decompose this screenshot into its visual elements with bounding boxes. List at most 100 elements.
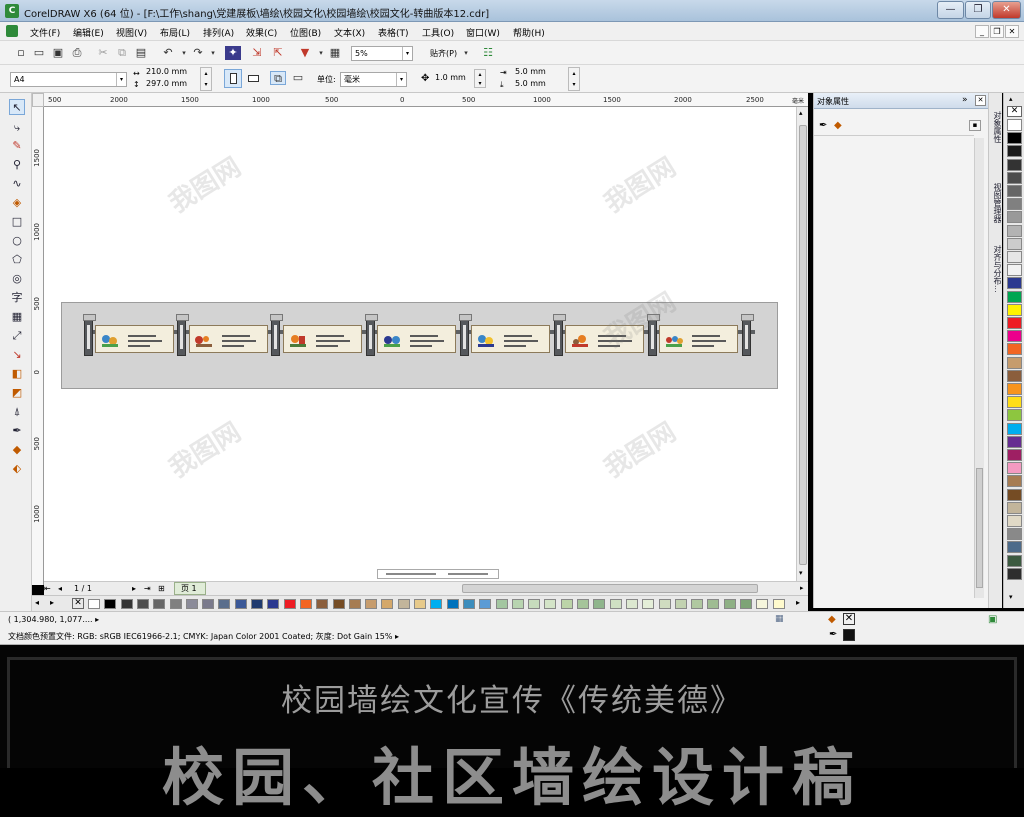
color-swatch[interactable] xyxy=(1007,343,1022,356)
color-swatch[interactable] xyxy=(1007,171,1022,184)
dimension-tool-icon[interactable]: ⤢ xyxy=(9,328,25,344)
welcome-icon[interactable]: ▦ xyxy=(327,46,343,60)
color-swatch[interactable] xyxy=(202,599,215,609)
color-swatch[interactable] xyxy=(218,599,231,609)
maximize-button[interactable]: ❐ xyxy=(965,1,991,19)
horizontal-ruler[interactable]: 500 2000 1500 1000 500 0 500 1000 1500 2… xyxy=(44,93,808,107)
color-swatch[interactable] xyxy=(1007,541,1022,554)
color-swatch[interactable] xyxy=(120,599,133,609)
close-button[interactable]: ✕ xyxy=(992,1,1021,19)
last-page-icon[interactable]: ⇥ xyxy=(144,584,151,593)
doc-restore-button[interactable]: ❐ xyxy=(990,25,1004,38)
menu-arrange[interactable]: 排列(A) xyxy=(203,26,234,39)
color-swatch[interactable] xyxy=(169,599,182,609)
copy-icon[interactable]: ⧉ xyxy=(114,46,130,60)
color-swatch[interactable] xyxy=(1007,409,1022,422)
color-swatch[interactable] xyxy=(1007,264,1022,277)
color-swatch[interactable] xyxy=(1007,567,1022,580)
color-swatch[interactable] xyxy=(723,599,736,609)
color-swatch[interactable] xyxy=(1007,303,1022,316)
fill-icon[interactable]: ◆ xyxy=(834,120,842,131)
save-icon[interactable]: ▣ xyxy=(50,46,66,60)
color-swatch[interactable] xyxy=(397,599,410,609)
color-swatch[interactable] xyxy=(1007,251,1022,263)
color-profile-info[interactable]: 文档颜色预置文件: RGB: sRGB IEC61966-2.1; CMYK: … xyxy=(8,631,399,642)
duplicate-spinner[interactable]: ▴ ▾ xyxy=(568,67,580,91)
minimize-button[interactable]: — xyxy=(937,1,964,19)
mural-panel[interactable] xyxy=(283,325,362,353)
color-swatch[interactable] xyxy=(1007,132,1022,145)
open-icon[interactable]: ▭ xyxy=(31,46,47,60)
add-page-icon[interactable]: ⊞ xyxy=(158,584,165,593)
duplicate-x-field[interactable]: 5.0 mm xyxy=(512,67,567,79)
menu-view[interactable]: 视图(V) xyxy=(116,26,147,39)
text-tool-icon[interactable]: 字 xyxy=(9,290,25,306)
smart-fill-icon[interactable]: ◈ xyxy=(9,195,25,211)
page-width-field[interactable]: 210.0 mm xyxy=(143,67,200,79)
ellipse-tool-icon[interactable]: ○ xyxy=(9,233,25,249)
next-page-icon[interactable]: ▸ xyxy=(132,584,136,593)
quick-customize-icon[interactable]: ▣ xyxy=(988,614,997,625)
drawing-canvas[interactable] xyxy=(44,107,796,581)
menu-table[interactable]: 表格(T) xyxy=(378,26,409,39)
nudge-distance-field[interactable]: 1.0 mm xyxy=(432,71,472,86)
portrait-button[interactable] xyxy=(224,69,242,88)
color-swatch[interactable] xyxy=(1007,515,1022,527)
vertical-scrollbar[interactable]: ▴ ▾ xyxy=(796,107,808,581)
current-page-icon[interactable]: ▭ xyxy=(290,71,306,85)
vertical-ruler[interactable]: 1500 1000 500 0 500 1000 xyxy=(32,107,44,585)
palette-scroll-left-icon[interactable]: ◂ xyxy=(35,598,39,607)
rectangle-tool-icon[interactable]: □ xyxy=(9,214,25,230)
redo-icon[interactable]: ↷ xyxy=(190,46,206,60)
doc-close-button[interactable]: ✕ xyxy=(1005,25,1019,38)
color-swatch[interactable] xyxy=(691,599,704,609)
pick-tool-icon[interactable]: ↖ xyxy=(9,99,25,115)
tab-view-manager[interactable]: 视图管理器 xyxy=(989,183,1003,223)
mural-panel[interactable] xyxy=(377,325,456,353)
ruler-corner[interactable] xyxy=(32,93,44,107)
color-swatch[interactable] xyxy=(1007,237,1022,250)
color-swatch[interactable] xyxy=(1007,224,1022,237)
color-swatch[interactable] xyxy=(414,599,426,609)
color-swatch[interactable] xyxy=(1007,449,1022,461)
palette-scroll-right-icon[interactable]: ▸ xyxy=(796,598,800,607)
color-swatch[interactable] xyxy=(381,599,394,609)
palette-menu-icon[interactable]: ▸ xyxy=(50,598,54,607)
menu-text[interactable]: 文本(X) xyxy=(334,26,365,39)
landscape-button[interactable] xyxy=(245,69,263,88)
table-tool-icon[interactable]: ▦ xyxy=(9,309,25,325)
nudge-spinner[interactable]: ▴ ▾ xyxy=(474,69,486,88)
menu-effects[interactable]: 效果(C) xyxy=(246,26,277,39)
docker-close-icon[interactable]: ✕ xyxy=(975,95,986,106)
snap-to-dropdown[interactable]: 贴齐(P) xyxy=(430,48,457,59)
color-swatch[interactable] xyxy=(1007,488,1022,501)
color-swatch[interactable] xyxy=(707,599,720,609)
color-swatch[interactable] xyxy=(1007,185,1022,197)
no-fill-icon[interactable]: ✕ xyxy=(1007,106,1022,117)
color-swatch[interactable] xyxy=(267,599,280,609)
color-swatch[interactable] xyxy=(674,599,687,609)
color-swatch[interactable] xyxy=(1007,330,1022,343)
export-icon[interactable]: ⇱ xyxy=(270,46,286,60)
docker-expand-icon[interactable]: » xyxy=(962,95,968,105)
color-swatch[interactable] xyxy=(495,599,508,609)
menu-layout[interactable]: 布局(L) xyxy=(160,26,190,39)
doc-minimize-button[interactable]: _ xyxy=(975,25,989,38)
color-swatch[interactable] xyxy=(1007,145,1022,158)
size-spinner[interactable]: ▴ ▾ xyxy=(200,67,212,91)
no-color-icon[interactable]: ✕ xyxy=(72,598,84,609)
undo-icon[interactable]: ↶ xyxy=(160,46,176,60)
color-swatch[interactable] xyxy=(593,599,606,609)
color-swatch[interactable] xyxy=(642,599,655,609)
color-swatch[interactable] xyxy=(185,599,198,609)
color-swatch[interactable] xyxy=(446,599,459,609)
color-swatch[interactable] xyxy=(1007,475,1022,488)
redo-dropdown-icon[interactable]: ▾ xyxy=(205,46,221,60)
document-icon[interactable] xyxy=(6,25,18,37)
color-swatch[interactable] xyxy=(1007,356,1022,369)
color-swatch[interactable] xyxy=(251,599,263,609)
page-height-field[interactable]: 297.0 mm xyxy=(143,79,200,91)
duplicate-y-field[interactable]: 5.0 mm xyxy=(512,79,567,91)
menu-help[interactable]: 帮助(H) xyxy=(513,26,545,39)
color-swatch[interactable] xyxy=(1007,435,1022,448)
